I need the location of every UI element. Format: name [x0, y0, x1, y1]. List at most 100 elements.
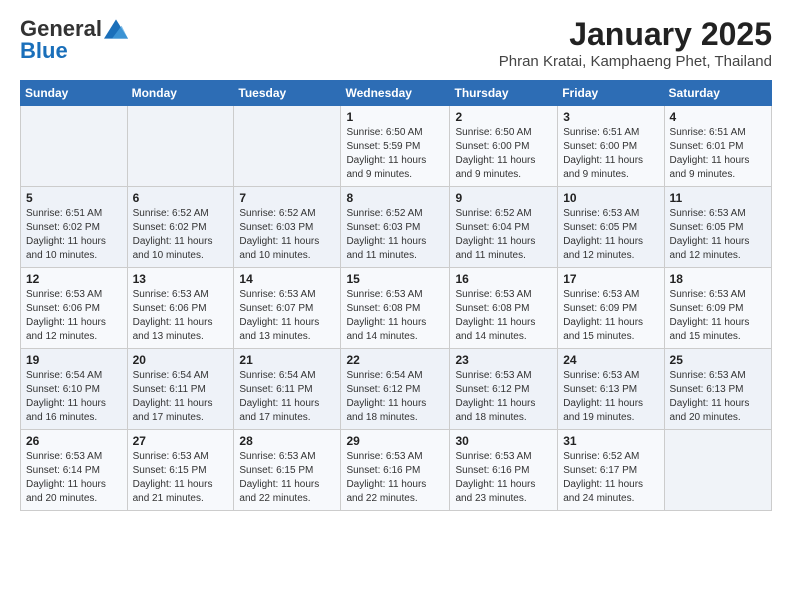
calendar-cell: 24 Sunrise: 6:53 AMSunset: 6:13 PMDayligh… [558, 349, 664, 430]
calendar-cell: 27 Sunrise: 6:53 AMSunset: 6:15 PMDayligh… [127, 430, 234, 511]
calendar-cell: 28 Sunrise: 6:53 AMSunset: 6:15 PMDayligh… [234, 430, 341, 511]
weekday-header-monday: Monday [127, 81, 234, 106]
weekday-header-saturday: Saturday [664, 81, 771, 106]
logo-blue-text: Blue [20, 38, 68, 64]
day-number: 16 [455, 272, 552, 286]
day-number: 21 [239, 353, 335, 367]
calendar-cell: 3 Sunrise: 6:51 AMSunset: 6:00 PMDaylight… [558, 106, 664, 187]
day-number: 13 [133, 272, 229, 286]
calendar-cell [234, 106, 341, 187]
day-number: 19 [26, 353, 122, 367]
day-number: 30 [455, 434, 552, 448]
calendar-cell: 30 Sunrise: 6:53 AMSunset: 6:16 PMDayligh… [450, 430, 558, 511]
day-info: Sunrise: 6:53 AMSunset: 6:15 PMDaylight:… [133, 450, 229, 506]
day-info: Sunrise: 6:51 AMSunset: 6:00 PMDaylight:… [563, 126, 658, 182]
calendar-cell: 19Sunrise: 6:54 AMSunset: 6:10 PMDayligh… [21, 349, 128, 430]
calendar-cell: 31Sunrise: 6:52 AMSunset: 6:17 PMDayligh… [558, 430, 664, 511]
title-block: January 2025 Phran Kratai, Kamphaeng Phe… [499, 16, 772, 70]
weekday-header-wednesday: Wednesday [341, 81, 450, 106]
calendar-cell: 21 Sunrise: 6:54 AMSunset: 6:11 PMDayligh… [234, 349, 341, 430]
calendar-cell [127, 106, 234, 187]
day-info: Sunrise: 6:53 AMSunset: 6:09 PMDaylight:… [563, 288, 658, 344]
calendar-cell: 1Sunrise: 6:50 AMSunset: 5:59 PMDaylight… [341, 106, 450, 187]
day-number: 29 [346, 434, 444, 448]
page-container: General Blue January 2025 Phran Kratai, … [0, 0, 792, 521]
weekday-header-friday: Friday [558, 81, 664, 106]
day-number: 8 [346, 191, 444, 205]
header: General Blue January 2025 Phran Kratai, … [20, 16, 772, 70]
day-number: 15 [346, 272, 444, 286]
calendar-cell [664, 430, 771, 511]
day-info: Sunrise: 6:54 AMSunset: 6:11 PMDaylight:… [133, 369, 229, 425]
calendar-cell: 11 Sunrise: 6:53 AMSunset: 6:05 PMDayligh… [664, 187, 771, 268]
day-info: Sunrise: 6:52 AMSunset: 6:02 PMDaylight:… [133, 207, 229, 263]
day-info: Sunrise: 6:54 AMSunset: 6:12 PMDaylight:… [346, 369, 444, 425]
calendar-cell: 9 Sunrise: 6:52 AMSunset: 6:04 PMDaylight… [450, 187, 558, 268]
calendar-cell: 6 Sunrise: 6:52 AMSunset: 6:02 PMDaylight… [127, 187, 234, 268]
day-info: Sunrise: 6:53 AMSunset: 6:12 PMDaylight:… [455, 369, 552, 425]
day-number: 5 [26, 191, 122, 205]
calendar-week-row: 1Sunrise: 6:50 AMSunset: 5:59 PMDaylight… [21, 106, 772, 187]
calendar-cell: 14 Sunrise: 6:53 AMSunset: 6:07 PMDayligh… [234, 268, 341, 349]
calendar-cell: 5Sunrise: 6:51 AMSunset: 6:02 PMDaylight… [21, 187, 128, 268]
calendar-cell: 22Sunrise: 6:54 AMSunset: 6:12 PMDayligh… [341, 349, 450, 430]
day-info: Sunrise: 6:53 AMSunset: 6:06 PMDaylight:… [26, 288, 122, 344]
day-info: Sunrise: 6:53 AMSunset: 6:13 PMDaylight:… [563, 369, 658, 425]
calendar-cell: 16 Sunrise: 6:53 AMSunset: 6:08 PMDayligh… [450, 268, 558, 349]
day-info: Sunrise: 6:54 AMSunset: 6:11 PMDaylight:… [239, 369, 335, 425]
day-number: 25 [670, 353, 766, 367]
day-number: 26 [26, 434, 122, 448]
day-info: Sunrise: 6:51 AMSunset: 6:01 PMDaylight:… [670, 126, 766, 182]
day-number: 23 [455, 353, 552, 367]
calendar-cell [21, 106, 128, 187]
day-info: Sunrise: 6:53 AMSunset: 6:15 PMDaylight:… [239, 450, 335, 506]
day-number: 27 [133, 434, 229, 448]
day-info: Sunrise: 6:52 AMSunset: 6:17 PMDaylight:… [563, 450, 658, 506]
weekday-header-tuesday: Tuesday [234, 81, 341, 106]
logo: General Blue [20, 16, 128, 64]
calendar-cell: 18Sunrise: 6:53 AMSunset: 6:09 PMDayligh… [664, 268, 771, 349]
day-number: 9 [455, 191, 552, 205]
day-number: 7 [239, 191, 335, 205]
location: Phran Kratai, Kamphaeng Phet, Thailand [499, 53, 772, 70]
calendar-week-row: 26 Sunrise: 6:53 AMSunset: 6:14 PMDayligh… [21, 430, 772, 511]
calendar-week-row: 5Sunrise: 6:51 AMSunset: 6:02 PMDaylight… [21, 187, 772, 268]
calendar-cell: 4Sunrise: 6:51 AMSunset: 6:01 PMDaylight… [664, 106, 771, 187]
day-number: 10 [563, 191, 658, 205]
weekday-header-row: SundayMondayTuesdayWednesdayThursdayFrid… [21, 81, 772, 106]
day-info: Sunrise: 6:53 AMSunset: 6:07 PMDaylight:… [239, 288, 335, 344]
calendar-cell: 20Sunrise: 6:54 AMSunset: 6:11 PMDayligh… [127, 349, 234, 430]
day-info: Sunrise: 6:52 AMSunset: 6:04 PMDaylight:… [455, 207, 552, 263]
day-info: Sunrise: 6:53 AMSunset: 6:14 PMDaylight:… [26, 450, 122, 506]
calendar-cell: 25 Sunrise: 6:53 AMSunset: 6:13 PMDayligh… [664, 349, 771, 430]
calendar-cell: 10 Sunrise: 6:53 AMSunset: 6:05 PMDayligh… [558, 187, 664, 268]
day-number: 3 [563, 110, 658, 124]
calendar-cell: 2Sunrise: 6:50 AMSunset: 6:00 PMDaylight… [450, 106, 558, 187]
calendar-cell: 15Sunrise: 6:53 AMSunset: 6:08 PMDayligh… [341, 268, 450, 349]
day-info: Sunrise: 6:53 AMSunset: 6:05 PMDaylight:… [670, 207, 766, 263]
day-number: 2 [455, 110, 552, 124]
day-info: Sunrise: 6:53 AMSunset: 6:05 PMDaylight:… [563, 207, 658, 263]
day-number: 6 [133, 191, 229, 205]
day-number: 17 [563, 272, 658, 286]
day-info: Sunrise: 6:53 AMSunset: 6:16 PMDaylight:… [455, 450, 552, 506]
day-number: 14 [239, 272, 335, 286]
day-info: Sunrise: 6:52 AMSunset: 6:03 PMDaylight:… [239, 207, 335, 263]
calendar-cell: 8Sunrise: 6:52 AMSunset: 6:03 PMDaylight… [341, 187, 450, 268]
calendar-cell: 12 Sunrise: 6:53 AMSunset: 6:06 PMDayligh… [21, 268, 128, 349]
month-title: January 2025 [499, 16, 772, 53]
day-number: 28 [239, 434, 335, 448]
calendar-cell: 29Sunrise: 6:53 AMSunset: 6:16 PMDayligh… [341, 430, 450, 511]
day-info: Sunrise: 6:53 AMSunset: 6:08 PMDaylight:… [455, 288, 552, 344]
calendar-cell: 13Sunrise: 6:53 AMSunset: 6:06 PMDayligh… [127, 268, 234, 349]
day-number: 11 [670, 191, 766, 205]
day-number: 12 [26, 272, 122, 286]
day-number: 18 [670, 272, 766, 286]
logo-icon [104, 19, 128, 39]
calendar-body: 1Sunrise: 6:50 AMSunset: 5:59 PMDaylight… [21, 106, 772, 511]
day-info: Sunrise: 6:53 AMSunset: 6:13 PMDaylight:… [670, 369, 766, 425]
day-number: 24 [563, 353, 658, 367]
weekday-header-sunday: Sunday [21, 81, 128, 106]
calendar-cell: 23 Sunrise: 6:53 AMSunset: 6:12 PMDayligh… [450, 349, 558, 430]
calendar-cell: 7 Sunrise: 6:52 AMSunset: 6:03 PMDaylight… [234, 187, 341, 268]
